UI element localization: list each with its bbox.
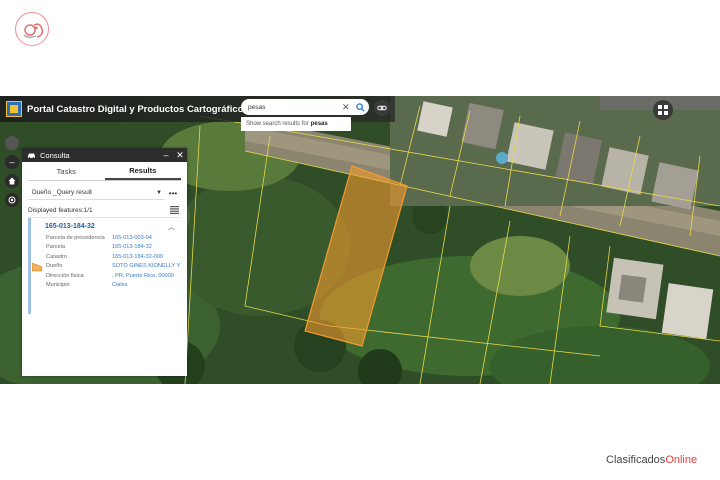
zoom-in-button[interactable] [5, 136, 19, 150]
panel-tabs: Tasks Results [28, 162, 181, 181]
search-box[interactable]: ✕ [241, 99, 369, 115]
home-icon [8, 177, 16, 185]
consulta-panel: Consulta – ✕ Tasks Results Dueño _Query … [22, 148, 187, 376]
watermark-text-accent: Online [665, 454, 698, 466]
attribute-value[interactable]: 165-013-003-04 [112, 235, 181, 241]
search-button[interactable] [351, 99, 369, 115]
search-input[interactable] [248, 103, 340, 111]
attribute-row: Parcela 165-013-184-32 [46, 244, 181, 250]
features-row: Displayed features:1/1 [28, 203, 181, 218]
attribute-label: Parcela de procedencia [46, 235, 105, 241]
car-icon [27, 152, 36, 159]
watermark-logo: ClasificadosOnline [606, 454, 697, 466]
attribute-row: Municipio Ciales [46, 282, 181, 288]
attribute-value[interactable]: SOTO GINES KIONELLY Y [112, 263, 181, 269]
attribute-row: Parcela de procedencia 165-013-003-04 [46, 235, 181, 241]
list-icon[interactable] [170, 206, 179, 214]
chevron-down-icon: ▼ [156, 189, 162, 196]
query-select-label: Dueño _Query result [32, 189, 92, 196]
attribute-label: Parcela [46, 244, 65, 251]
attribute-value[interactable]: 165-013-184-32-000 [112, 254, 181, 260]
attribute-value[interactable]: Ciales [112, 282, 181, 288]
more-options-button[interactable]: ••• [165, 189, 181, 198]
attribute-value[interactable]: 165-013-184-32 [112, 244, 181, 250]
query-row: Dueño _Query result ▼ ••• [28, 185, 181, 201]
apps-button[interactable] [653, 100, 673, 120]
features-count: Displayed features:1/1 [28, 206, 93, 214]
attribute-row: Dueño SOTO GINES KIONELLY Y [46, 263, 181, 269]
minimize-button[interactable]: – [159, 150, 173, 160]
query-select[interactable]: Dueño _Query result ▼ [28, 186, 165, 200]
attribute-list: Parcela de procedencia 165-013-003-04 Pa… [46, 235, 181, 291]
watermark-text: Clasificados [606, 454, 666, 466]
attribute-value[interactable]: , PR, Puerto Rico, 00000 [112, 273, 181, 279]
search-suggestion[interactable]: Show search results for pesas [241, 117, 351, 131]
result-id[interactable]: 165-013-184-32 [45, 223, 95, 230]
search-icon [355, 102, 365, 112]
attribute-label: Municipio [46, 282, 70, 289]
catastro-logo-icon [6, 101, 22, 117]
suggestion-term: pesas [310, 121, 328, 127]
attribute-label: Dueño [46, 263, 63, 270]
ad-logo-icon [15, 12, 49, 46]
zoom-out-button[interactable]: – [5, 155, 19, 169]
home-button[interactable] [5, 174, 19, 188]
result-item[interactable]: 165-013-184-32 ︿ Parcela de procedencia … [28, 218, 181, 314]
attribute-label: Catastro [46, 253, 68, 260]
locate-button[interactable] [5, 193, 19, 207]
chevron-up-icon[interactable]: ︿ [168, 222, 175, 232]
attribute-label: Dirección fisica [46, 272, 84, 279]
map-view[interactable]: Portal Catastro Digital y Productos Cart… [0, 96, 720, 384]
panel-title: Consulta [40, 150, 70, 160]
parcel-symbol-icon [32, 262, 42, 272]
tab-tasks[interactable]: Tasks [28, 162, 105, 180]
attribute-row: Catastro 165-013-184-32-000 [46, 254, 181, 260]
suggestion-prefix: Show search results for [246, 121, 309, 127]
apps-grid-icon [658, 105, 668, 115]
close-button[interactable]: ✕ [173, 150, 187, 161]
panel-header: Consulta – ✕ [22, 148, 187, 162]
portal-title: Portal Catastro Digital y Productos Cart… [27, 103, 249, 115]
link-button[interactable] [374, 100, 390, 116]
result-accent [28, 218, 31, 314]
clear-icon[interactable]: ✕ [342, 102, 350, 112]
link-icon [377, 105, 387, 111]
tab-results[interactable]: Results [104, 162, 181, 180]
locate-icon [8, 196, 16, 204]
attribute-row: Dirección fisica , PR, Puerto Rico, 0000… [46, 273, 181, 279]
